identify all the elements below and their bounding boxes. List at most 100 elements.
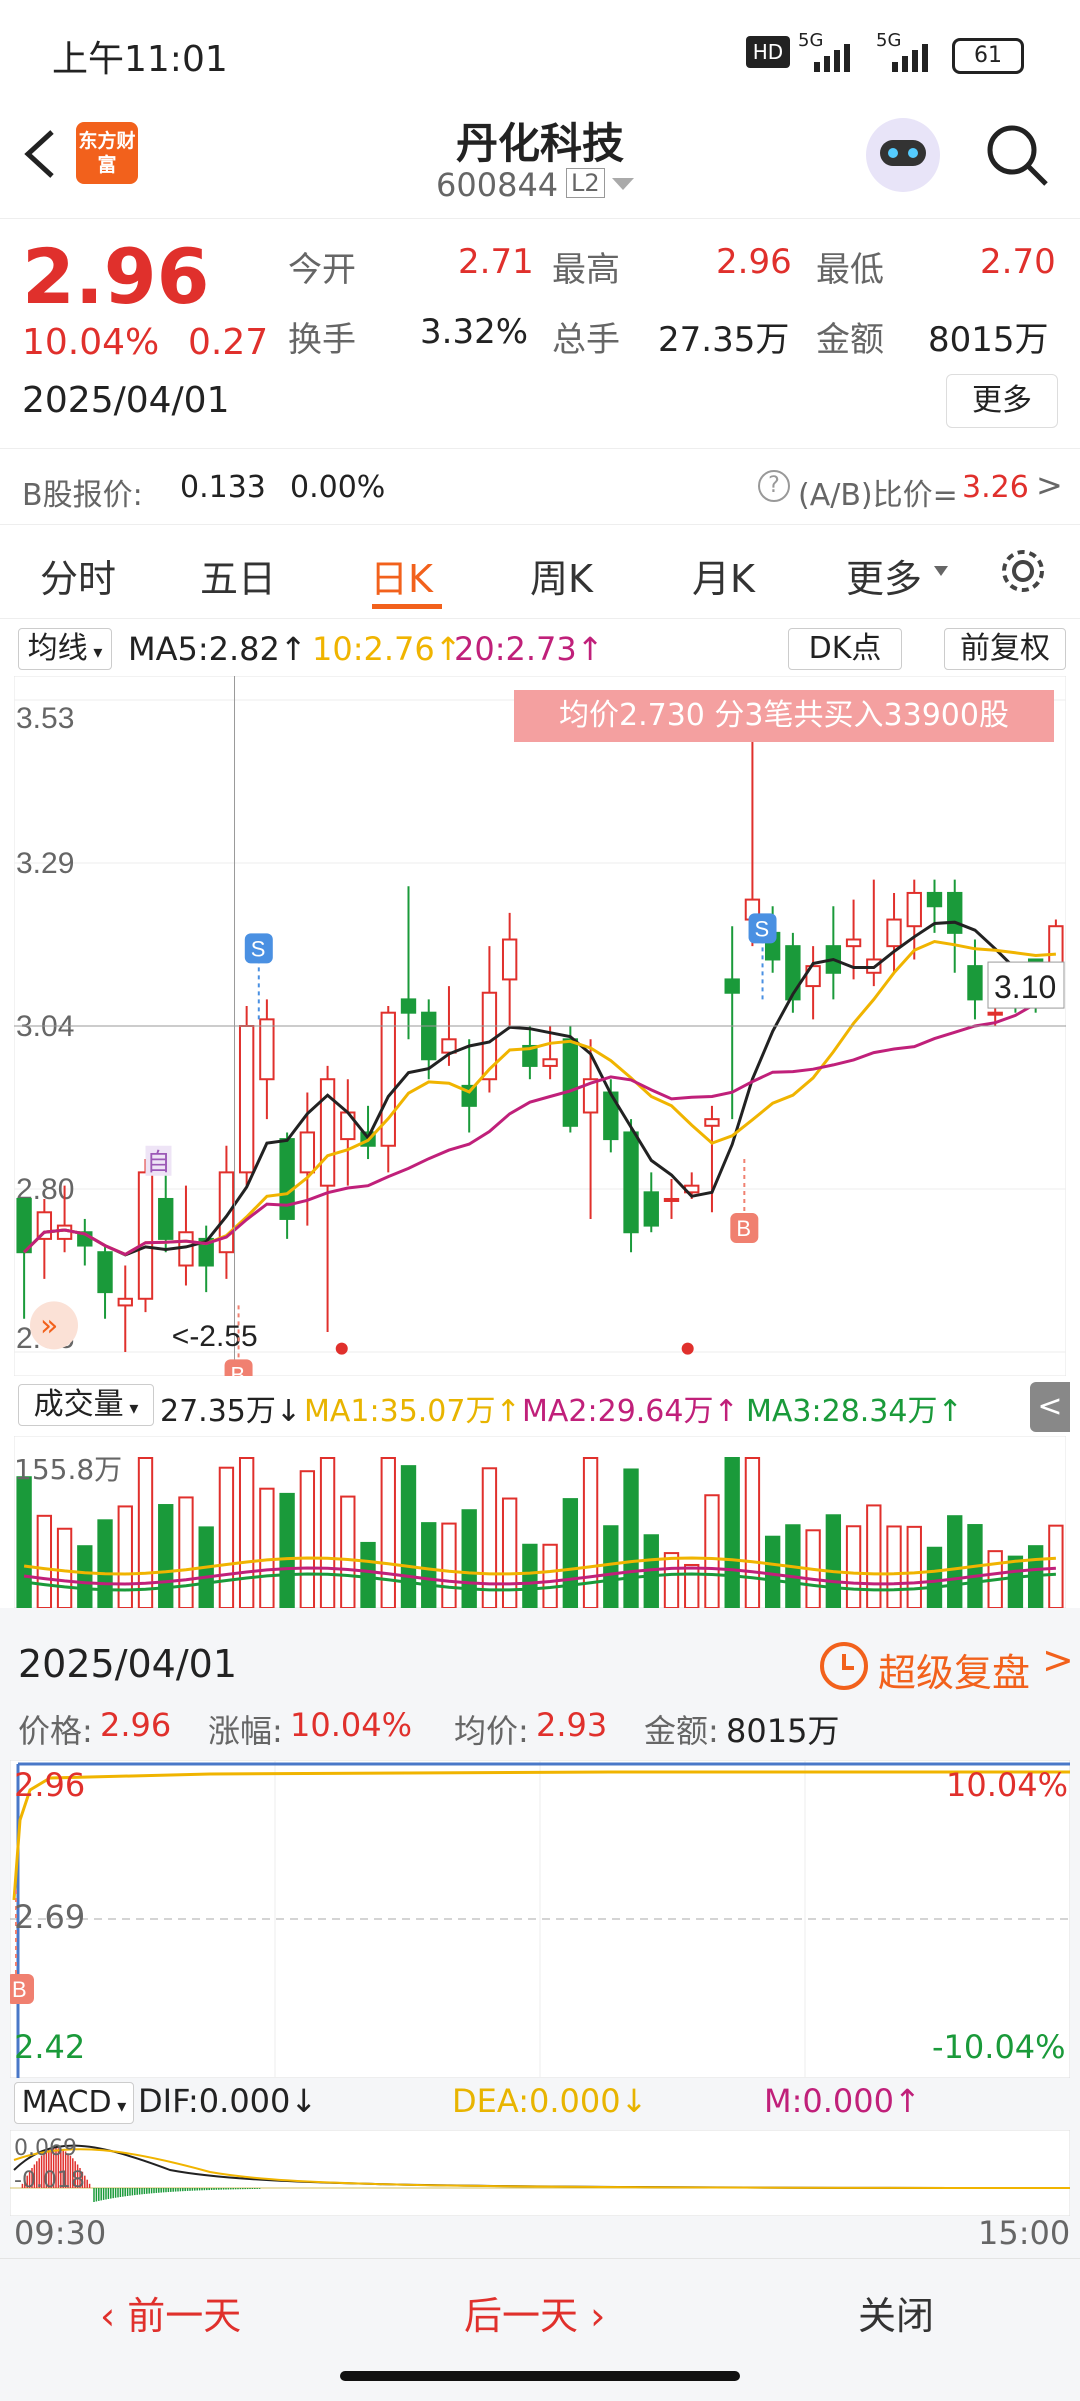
candle-body: [137, 1171, 154, 1300]
volume-bar: [117, 1505, 133, 1608]
intraday-pct-bot: -10.04%: [932, 2028, 1066, 2066]
candle-body: [623, 1131, 639, 1234]
replay-panel: 2025/04/01 超级复盘 > 价格: 2.96 涨幅: 10.04% 均价…: [0, 1608, 1080, 2258]
volume-bar: [926, 1546, 943, 1608]
s-marker-text: S: [251, 936, 266, 961]
panel-price: 2.96: [100, 1706, 172, 1744]
close-button[interactable]: 关闭: [858, 2285, 934, 2340]
volume-selector[interactable]: 成交量 ▾: [18, 1384, 154, 1426]
more-button[interactable]: 更多: [946, 374, 1058, 428]
panel-pct-label: 涨幅:: [208, 1712, 283, 1750]
bottom-nav: ‹ 前一天 后一天 › 关闭: [0, 2258, 1080, 2401]
ma10-legend: 10:2.76↑: [312, 630, 462, 668]
macd-dif: DIF:0.000↓: [138, 2082, 318, 2120]
divider: [0, 618, 1080, 619]
tab-wuri[interactable]: 五日: [200, 548, 276, 603]
volume-bar: [279, 1492, 295, 1608]
collapse-arrow-icon[interactable]: <: [1030, 1382, 1070, 1432]
tab-yuek[interactable]: 月K: [692, 548, 755, 603]
volume-max-label: 155.8万: [14, 1453, 123, 1486]
ma5-legend: MA5:2.82↑: [128, 630, 307, 668]
b-marker-text: B: [12, 1977, 27, 2002]
ma-selector[interactable]: 均线 ▾: [18, 628, 112, 670]
panel-amt: 8015万: [726, 1712, 840, 1750]
intraday-chart[interactable]: B: [10, 1760, 1070, 2078]
volume-bar: [1048, 1524, 1064, 1608]
low-label: 最低: [816, 250, 884, 290]
intraday-y-top: 2.96: [14, 1766, 86, 1804]
bshare-pct: 0.00%: [290, 470, 386, 505]
amount-label: 金额: [816, 320, 884, 360]
help-icon[interactable]: ?: [758, 470, 790, 502]
replay-chevron-icon[interactable]: >: [1042, 1638, 1074, 1682]
candle-body: [542, 1058, 558, 1067]
volume-bar: [582, 1457, 599, 1608]
candle-body: [663, 1197, 680, 1202]
volume-bar: [218, 1466, 235, 1608]
volume-bar: [461, 1509, 477, 1608]
volume-bar: [825, 1514, 842, 1608]
robot-avatar-icon[interactable]: [866, 118, 940, 192]
macd-selector-label: MACD: [21, 2085, 112, 2120]
tab-fenshi[interactable]: 分时: [40, 548, 116, 603]
ma-selector-label: 均线: [27, 631, 88, 666]
candle-body: [906, 891, 922, 928]
tab-zhouk[interactable]: 周K: [530, 548, 593, 603]
volume-bar: [906, 1525, 922, 1608]
panel-avg-label: 均价:: [454, 1712, 529, 1750]
level-badge: L2: [566, 168, 605, 198]
settings-gear-icon[interactable]: [998, 546, 1048, 596]
volume-bar: [704, 1494, 720, 1608]
candle-body: [724, 978, 740, 994]
candle-body: [967, 965, 983, 1001]
high-label: 最高: [552, 250, 620, 290]
volume-bar: [542, 1543, 558, 1608]
chevron-right-icon[interactable]: >: [1036, 466, 1063, 504]
volume-bar: [178, 1496, 194, 1608]
volume-bar: [866, 1504, 882, 1608]
battery-icon: 61: [952, 38, 1024, 74]
candle-body: [97, 1251, 113, 1294]
ratio-value: 3.26: [962, 470, 1029, 505]
candle-body: [704, 1118, 720, 1127]
volume-bar: [481, 1467, 498, 1608]
ratio-label: (A/B)比价=: [798, 478, 958, 513]
panel-avg: 2.93: [536, 1706, 608, 1744]
panel-amt-label: 金额:: [644, 1712, 719, 1750]
candle-body: [501, 938, 518, 981]
candle-body: [218, 1171, 235, 1254]
macd-bot-label: -0.018: [14, 2168, 85, 2193]
volume-bar: [522, 1543, 538, 1608]
stock-code: 600844: [436, 166, 559, 204]
volume-bar: [97, 1519, 113, 1608]
tab-more[interactable]: 更多: [846, 548, 922, 603]
volume-bar: [1007, 1555, 1024, 1608]
volume-label: 总手: [552, 320, 620, 360]
change-amount: 0.27: [188, 322, 269, 363]
macd-selector[interactable]: MACD ▾: [14, 2082, 134, 2124]
low-value: 2.70: [980, 242, 1056, 282]
home-indicator: [340, 2371, 740, 2381]
dk-point-button[interactable]: DK点: [788, 628, 902, 670]
tab-rik[interactable]: 日K: [370, 548, 433, 603]
hd-icon: HD: [746, 36, 790, 68]
panel-price-label: 价格:: [18, 1712, 93, 1750]
search-icon[interactable]: [984, 122, 1050, 188]
super-replay-link[interactable]: 超级复盘: [878, 1642, 1030, 1697]
macd-dea: DEA:0.000↓: [452, 2082, 648, 2120]
volume-bar: [36, 1514, 53, 1608]
adjust-mode-button[interactable]: 前复权: [944, 628, 1066, 670]
b-marker-text: B: [231, 1362, 246, 1376]
dropdown-icon[interactable]: [612, 178, 634, 192]
kline-chart[interactable]: 3.533.293.042.802.553.103.53-><-2.55SSBB…: [14, 676, 1066, 1376]
panel-pct: 10.04%: [290, 1706, 413, 1744]
prev-day-button[interactable]: ‹ 前一天: [100, 2285, 241, 2340]
volume-bar: [238, 1457, 255, 1608]
next-day-button[interactable]: 后一天 ›: [464, 2285, 605, 2340]
history-clock-icon[interactable]: [820, 1642, 868, 1690]
volume-bar: [340, 1495, 356, 1608]
zi-marker-text: 自: [147, 1148, 171, 1176]
macd-top-label: 0.069: [14, 2136, 77, 2161]
low-note: <-2.55: [172, 1320, 258, 1353]
open-label: 今开: [288, 250, 356, 290]
